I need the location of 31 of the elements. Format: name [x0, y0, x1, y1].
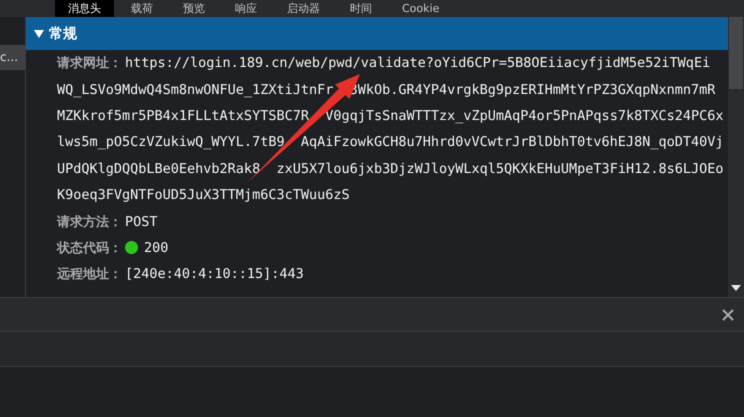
field-value: [240e:40:4:10::15]:443 — [125, 266, 304, 282]
url-text: K9oeq3FVgNTFoUD5JuX3TTMjm6C3cTWuu6zS — [57, 187, 350, 204]
field-label: 请求方法： — [57, 214, 122, 231]
close-icon[interactable] — [722, 308, 734, 320]
request-item[interactable]: c... — [0, 45, 25, 70]
url-text: zxU5X7lou6jxb3DjzWJloyWLxql5QKXkEHuUMpeT3FiH12.8s6LJOEo — [276, 160, 724, 177]
scrollbar-thumb[interactable] — [729, 17, 743, 89]
url-text: V0gqjTsSnaWTTTzx_vZpUmAqP4or5PnAPqss7k8TXCs24PC6x — [325, 108, 724, 124]
scroll-down-icon[interactable] — [731, 285, 741, 291]
url-text: UPdQKlgDQQbLBe0Eehvb2Rak8 — [57, 160, 260, 177]
tab[interactable]: 消息头 — [55, 0, 114, 17]
section-title: 常规 — [49, 24, 77, 42]
tab[interactable]: 启动器 — [274, 0, 333, 17]
tab[interactable]: 预览 — [170, 0, 218, 17]
tab[interactable]: 载荷 — [118, 0, 166, 17]
field-label: 远程地址： — [57, 266, 122, 284]
url-text: MZKkrof5mr5PB4x1FLLtAtxSYTSBC7R — [57, 108, 309, 124]
tab[interactable]: 响应 — [222, 0, 270, 17]
url-text: https://login.189.cn/web/pwd/validate?oYid6CPr=5B8OEiiacyfjidM5e52iTWqEi — [125, 55, 710, 72]
status-code: 200 — [144, 240, 168, 256]
field-label: 请求网址： — [57, 55, 122, 72]
section-header[interactable]: 常规 — [26, 17, 728, 50]
url-text: lws5m_pO5CzVZukiwQ_WYYL.7tB9 — [57, 134, 285, 150]
field-label: 状态代码： — [57, 240, 122, 257]
scrollbar[interactable] — [728, 17, 744, 297]
url-text: AqAiFzowkGCH8u7Hhrd0vVCwtrJrBlDbhT0tv6hEJ8N_qoDT40Vj — [300, 134, 724, 150]
tab[interactable]: 时间 — [337, 0, 385, 17]
expand-triangle-icon[interactable] — [34, 30, 44, 38]
tab[interactable]: Cookie — [389, 0, 452, 17]
field-value: POST — [125, 214, 158, 230]
url-text: WQ_LSVo9MdwQ4Sm8nwONFUe_1ZXtiJtnFr — [57, 82, 334, 98]
